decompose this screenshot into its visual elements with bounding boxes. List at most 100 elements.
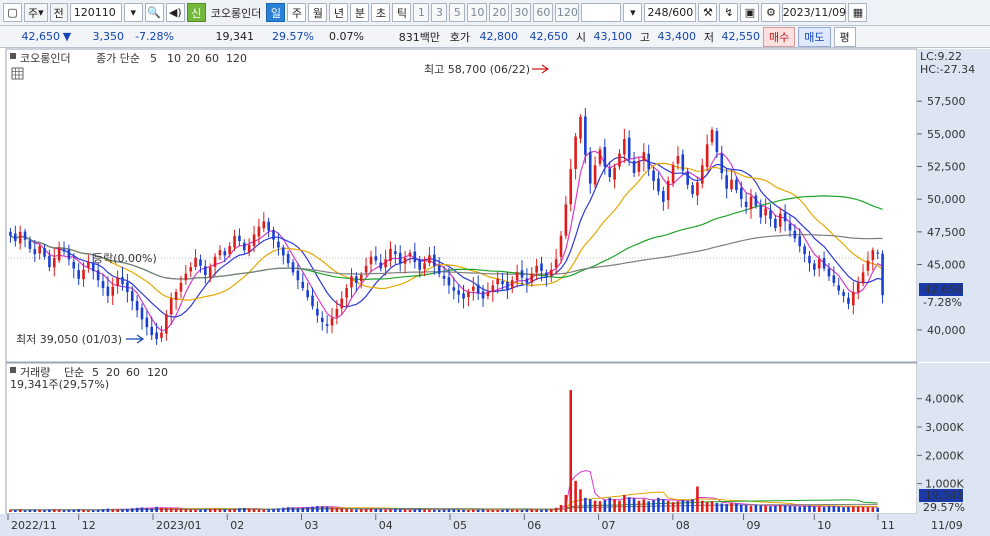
candle-body <box>725 175 728 189</box>
volume-bar <box>491 509 495 512</box>
candle-body <box>808 255 811 264</box>
volume-bar <box>301 507 305 512</box>
date-tick-label: 04 <box>379 519 393 532</box>
candle-body <box>447 277 451 286</box>
candle-body <box>384 259 387 268</box>
candle-body <box>9 231 12 236</box>
candle-body <box>111 286 115 296</box>
volume-bar <box>564 495 568 512</box>
grid-toggle-icon[interactable] <box>11 67 24 80</box>
volume-bar <box>861 506 865 512</box>
candle-body <box>647 153 650 170</box>
price-tag-text: 42,650 <box>924 283 963 296</box>
date-tick-label: 2023/01 <box>156 519 202 532</box>
candle-body <box>730 179 733 190</box>
volume-bar <box>871 507 875 512</box>
candle-body <box>394 251 397 255</box>
volume-bar <box>189 509 193 512</box>
legend-ma120: 120 <box>226 52 247 65</box>
volume-bar <box>681 500 685 512</box>
volume-bar <box>408 509 412 512</box>
volume-bar <box>9 509 12 512</box>
volume-bar <box>252 509 256 512</box>
volume-legend-ma60: 60 <box>126 366 140 379</box>
price-tick-label: 52,500 <box>927 161 966 174</box>
legend-ma20: 20 <box>186 52 200 65</box>
volume-bar <box>671 502 675 512</box>
candle-body <box>598 149 602 164</box>
candle-body <box>861 272 865 284</box>
volume-bar <box>847 506 850 512</box>
candle-body <box>710 129 714 143</box>
volume-bar <box>540 509 543 512</box>
volume-bar <box>165 508 168 512</box>
candle-body <box>481 291 485 299</box>
volume-bar <box>700 500 704 512</box>
candle-body <box>72 261 76 269</box>
candle-body <box>559 235 563 257</box>
candle-body <box>52 258 56 268</box>
candle-body <box>359 274 363 282</box>
volume-bar <box>623 495 626 512</box>
ref-line-label: 등락(0.00%) <box>93 252 157 265</box>
volume-bar <box>96 509 100 512</box>
volume-legend-handle-icon[interactable] <box>10 367 16 373</box>
volume-bar <box>325 506 329 512</box>
candle-body <box>87 261 90 268</box>
date-tick-label: 09 <box>747 519 761 532</box>
legend-handle-icon[interactable] <box>10 53 16 59</box>
candle-body <box>155 332 158 340</box>
candle-body <box>379 262 383 269</box>
candle-body <box>623 139 626 155</box>
candle-body <box>398 252 402 264</box>
candle-body <box>243 242 246 251</box>
candle-body <box>101 281 105 289</box>
candle-body <box>817 259 821 269</box>
candle-body <box>486 291 490 297</box>
volume-bar <box>62 510 66 512</box>
volume-bar <box>798 506 802 512</box>
candle-body <box>569 169 573 205</box>
volume-bar <box>822 506 826 512</box>
volume-bar <box>525 509 529 512</box>
volume-bar <box>545 509 548 512</box>
volume-bar <box>720 503 724 512</box>
candle-body <box>520 270 524 278</box>
volume-bar <box>588 499 592 512</box>
volume-bar <box>603 500 607 512</box>
volume-bar <box>320 506 324 512</box>
volume-bar <box>549 509 553 512</box>
volume-bar <box>135 507 139 512</box>
volume-bar <box>130 508 134 512</box>
candle-body <box>754 195 758 206</box>
candle-body <box>389 248 392 261</box>
volume-bar <box>749 505 753 512</box>
volume-bar <box>52 509 56 512</box>
volume-bar <box>866 507 870 512</box>
candle-body <box>603 147 607 167</box>
candle-body <box>881 253 884 296</box>
volume-bar <box>705 502 709 512</box>
volume-bar <box>57 510 61 512</box>
volume-bar <box>213 508 217 512</box>
candle-body <box>174 291 178 301</box>
volume-bar <box>311 506 314 512</box>
candle-body <box>291 262 295 273</box>
volume-bar <box>486 509 490 512</box>
volume-bar <box>559 504 563 512</box>
candle-body <box>681 154 685 171</box>
volume-bar <box>228 509 231 512</box>
legend-ma60: 60 <box>205 52 219 65</box>
volume-bar <box>569 390 573 512</box>
volume-bar <box>710 501 714 512</box>
candle-body <box>627 137 631 159</box>
candle-body <box>423 263 426 270</box>
volume-bar <box>272 508 275 512</box>
volume-bar <box>476 509 480 512</box>
date-axis-panel <box>0 514 990 536</box>
volume-bar <box>87 510 90 512</box>
volume-bar <box>686 500 689 512</box>
volume-current: 19,341주(29,57%) <box>10 378 109 391</box>
candle-body <box>23 231 27 240</box>
volume-bar <box>666 500 670 512</box>
